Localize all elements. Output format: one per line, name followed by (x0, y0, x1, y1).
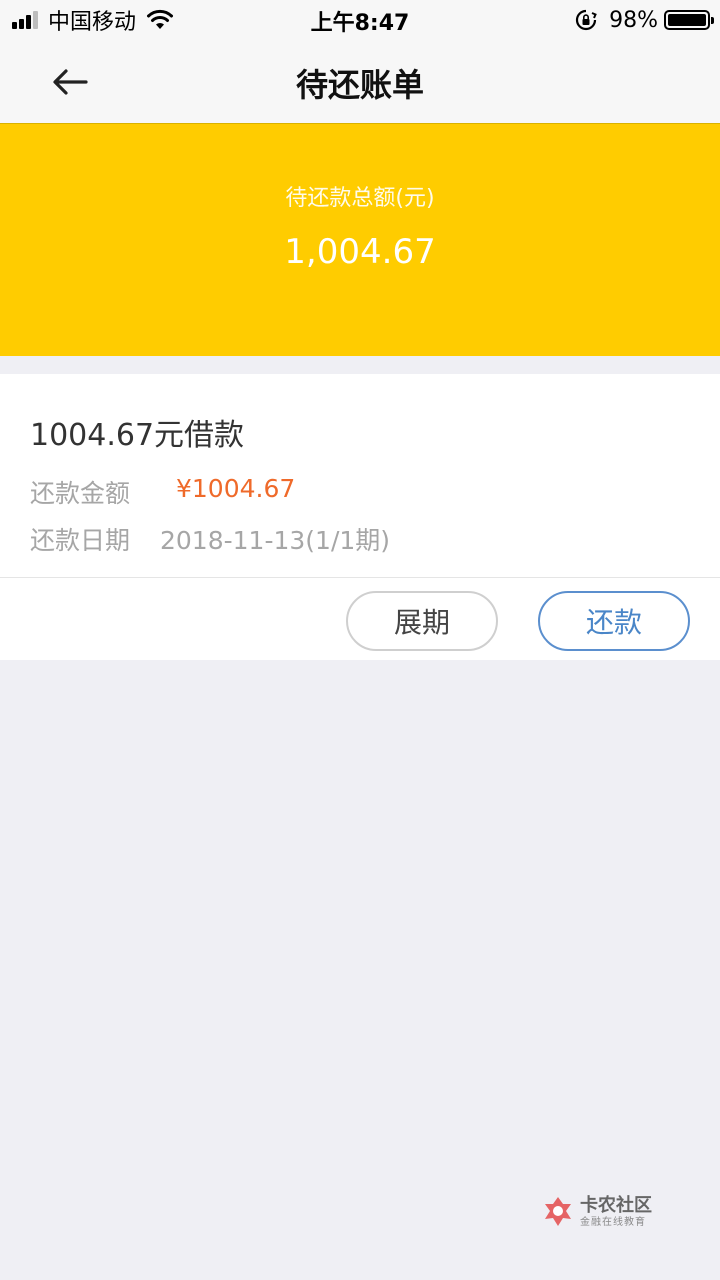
status-right: 98% (575, 6, 714, 34)
repay-amount-label: 还款金额 (30, 479, 131, 508)
battery-icon (664, 10, 714, 30)
status-bar: 中国移动 上午8:47 98% (0, 0, 720, 40)
divider (0, 577, 720, 578)
watermark: 卡农社区 金融在线教育 (540, 1192, 670, 1232)
repay-button[interactable]: 还款 (538, 591, 690, 651)
watermark-title: 卡农社区 (580, 1194, 652, 1216)
repay-date-label: 还款日期 (30, 526, 131, 555)
battery-percent: 98% (609, 7, 658, 33)
extend-button[interactable]: 展期 (346, 591, 498, 651)
repay-date-value: 2018-11-13(1/1期) (160, 526, 391, 555)
nav-bar: 待还账单 (0, 40, 720, 124)
total-due-label: 待还款总额(元) (285, 186, 435, 211)
bill-card: 1004.67元借款 还款金额 ¥1004.67 还款日期 2018-11-13… (0, 374, 720, 660)
page-title: 待还账单 (295, 66, 424, 104)
watermark-subtitle: 金融在线教育 (580, 1216, 646, 1228)
rotation-lock-icon (576, 9, 597, 31)
watermark-logo-icon (545, 1197, 571, 1226)
loan-title: 1004.67元借款 (30, 418, 245, 453)
total-due-amount: 1,004.67 (284, 232, 436, 272)
total-summary-panel: 待还款总额(元) 1,004.67 (0, 124, 720, 356)
repay-amount-value: ¥1004.67 (176, 474, 296, 503)
